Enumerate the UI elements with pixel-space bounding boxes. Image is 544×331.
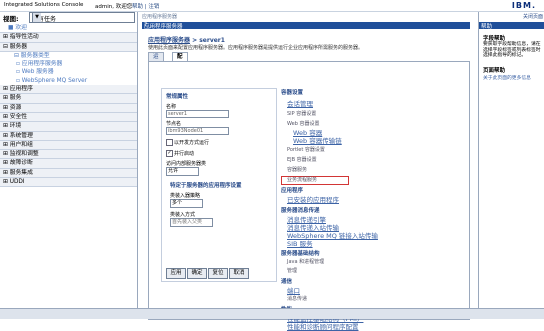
panel-controls[interactable]: ? _ [144, 22, 468, 28]
nav-item[interactable]: ⊞ 用户和组 [0, 140, 137, 151]
link-web-transport[interactable]: Web 容器传输链 [293, 135, 342, 145]
ibm-logo: IBM. [511, 1, 536, 10]
field-help-heading: 字段帮助 [483, 36, 506, 42]
link-tuning[interactable]: 性能和诊断顾问程序配置 [287, 321, 359, 331]
link-ejb[interactable]: EJB 容器设置 [287, 156, 317, 163]
view-selector: 视图: 所有任务 ▼ [2, 12, 135, 23]
nav-item[interactable]: ⊞ 监视和调整 [0, 150, 137, 160]
dev-mode-label: 以开发方式运行 [174, 140, 210, 146]
field-help-text: 要获取字段帮助信息，请在 选择字段标签或列表标签时 选择此指导的标记。 [483, 42, 541, 58]
general-properties: 常规属性 名称 server1 节点名 ibm93Node01 以开发方式运行 … [161, 88, 277, 282]
link-ports[interactable]: 端口 [287, 285, 300, 295]
breadcrumb: 应用程序服务器 [139, 12, 474, 20]
link-java-process[interactable]: Java 和进程管理 [287, 258, 324, 265]
breadcrumb-text: 应用程序服务器 [142, 14, 178, 20]
name-label: 名称 [166, 104, 177, 110]
horizontal-scrollbar[interactable] [0, 308, 544, 319]
page-title: 应用程序服务器 > server1 [148, 35, 225, 44]
mode-select[interactable]: 首先装入父类 [170, 218, 213, 227]
nav-item[interactable]: ⊞ 应用程序 [0, 85, 137, 95]
logout-link[interactable]: 注销 [148, 4, 159, 10]
heading-infrastructure: 服务器基础结构 [281, 251, 320, 257]
link-sip-settings[interactable]: SIP 容器设置 [287, 110, 316, 117]
path-link[interactable]: 应用程序服务器 [148, 37, 190, 44]
top-banner: Integrated Solutions Console admin, 欢迎您 … [0, 0, 544, 12]
reset-button[interactable]: 复位 [208, 268, 228, 279]
cancel-button[interactable]: 取消 [229, 268, 249, 279]
parallel-start-label: 并行启动 [174, 151, 195, 157]
nav-item[interactable]: ⊞ 服务 [0, 94, 137, 104]
nav-list: ■ 欢迎 ⊞ 指导性活动 ⊟ 服务器 ⊟ 服务器类型 ▫ 应用程序服务器 ▫ Web 服务… [0, 24, 137, 188]
parallel-start-checkbox[interactable]: ✓ [166, 150, 173, 157]
policy-select[interactable]: 多个 [170, 199, 203, 208]
help-header: 帮助 [479, 22, 544, 30]
link-portlet[interactable]: Portlet 容器设置 [287, 146, 325, 153]
mode-label: 类装入方式 [170, 212, 196, 218]
help-title: 帮助 [481, 24, 493, 30]
page-help-link[interactable]: 关于此页面的更多信息 [483, 74, 531, 81]
view-select[interactable]: 所有任务 ▼ [29, 12, 135, 23]
link-sib-service[interactable]: SIB 服务 [287, 238, 313, 248]
page-help-heading: 页面帮助 [483, 68, 506, 74]
heading-applications: 应用程序 [281, 188, 304, 194]
node-field[interactable]: ibm93Node01 [166, 127, 229, 135]
nav-item[interactable]: ⊟ 服务器 [0, 42, 137, 52]
node-label: 节点名 [166, 121, 182, 127]
link-administration[interactable]: 管理 [287, 267, 297, 274]
nav-item[interactable]: ⊞ 安全性 [0, 112, 137, 123]
welcome-text: admin, 欢迎您 [95, 4, 133, 10]
nav-item[interactable]: ▫ 应用程序服务器 [0, 60, 137, 69]
heading-communications: 通信 [281, 279, 293, 285]
dev-mode-checkbox[interactable] [166, 139, 173, 146]
heading-container-settings: 容器设置 [281, 90, 304, 96]
tab-content: 常规属性 名称 server1 节点名 ibm93Node01 以开发方式运行 … [148, 61, 470, 331]
ok-button[interactable]: 确定 [187, 268, 207, 279]
link-container-services[interactable]: 容器服务 [287, 166, 307, 173]
link-business-process[interactable]: 业务流程服务 [287, 176, 317, 183]
apply-button[interactable]: 应用 [166, 268, 186, 279]
close-page-link[interactable]: 关闭页面 [523, 13, 543, 20]
chevron-down-icon: ▼ [32, 13, 41, 22]
nav-item[interactable]: ⊞ 系统管理 [0, 131, 137, 141]
nav-item[interactable]: ⊞ 资源 [0, 103, 137, 113]
main-content: 应用程序服务器 应用程序服务器 ? _ 应用程序服务器 > server1 使用… [139, 12, 474, 331]
link-messaging[interactable]: 消息传递 [287, 295, 307, 302]
policy-label: 类装入器策略 [170, 193, 201, 199]
access-select[interactable]: 允许 [166, 167, 199, 176]
nav-item[interactable]: ⊟ 服务器类型 [0, 51, 137, 61]
nav-item[interactable]: ▫ WebSphere MQ Server [0, 76, 137, 86]
help-panel: 关闭页面 帮助 字段帮助 要获取字段帮助信息，请在 选择字段标签或列表标签时 选… [478, 12, 544, 318]
path-current: > server1 [192, 37, 225, 44]
heading-messaging: 服务器消息传递 [281, 208, 320, 214]
link-installed-apps[interactable]: 已安装的应用程序 [287, 194, 339, 204]
nav-item[interactable]: ⊞ 环境 [0, 122, 137, 132]
section-classloader: 特定于服务器的应用程序设置 [170, 183, 242, 189]
help-link[interactable]: 帮助 [132, 4, 143, 10]
access-label: 访问内部服务器类 [166, 161, 207, 167]
nav-item[interactable]: ⊞ UDDI [0, 178, 137, 188]
name-field[interactable]: server1 [166, 110, 229, 118]
nav-item[interactable]: ▫ Web 服务器 [0, 68, 137, 77]
page-description: 使用此页面来配置应用程序服务器。应用程序服务器是提供运行企业应用程序所需服务的服… [148, 45, 364, 51]
link-session-management[interactable]: 会话管理 [287, 98, 313, 108]
panel-header: 应用程序服务器 ? _ [142, 22, 470, 30]
view-label: 视图: [3, 15, 19, 23]
nav-item[interactable]: ⊞ 故障诊断 [0, 159, 137, 169]
navigation-tree: 视图: 所有任务 ▼ ■ 欢迎 ⊞ 指导性活动 ⊟ 服务器 ⊟ 服务器类型 ▫ 应用程序… [0, 12, 138, 318]
top-links: 帮助 | 注销 [132, 4, 160, 10]
nav-item[interactable]: ⊞ 指导性活动 [0, 33, 137, 43]
nav-item[interactable]: ⊞ 服务集成 [0, 168, 137, 179]
link-web-settings[interactable]: Web 容器设置 [287, 120, 320, 127]
product-name: Integrated Solutions Console [4, 2, 84, 8]
nav-item[interactable]: ■ 欢迎 [0, 24, 137, 34]
section-general: 常规属性 [166, 94, 189, 100]
